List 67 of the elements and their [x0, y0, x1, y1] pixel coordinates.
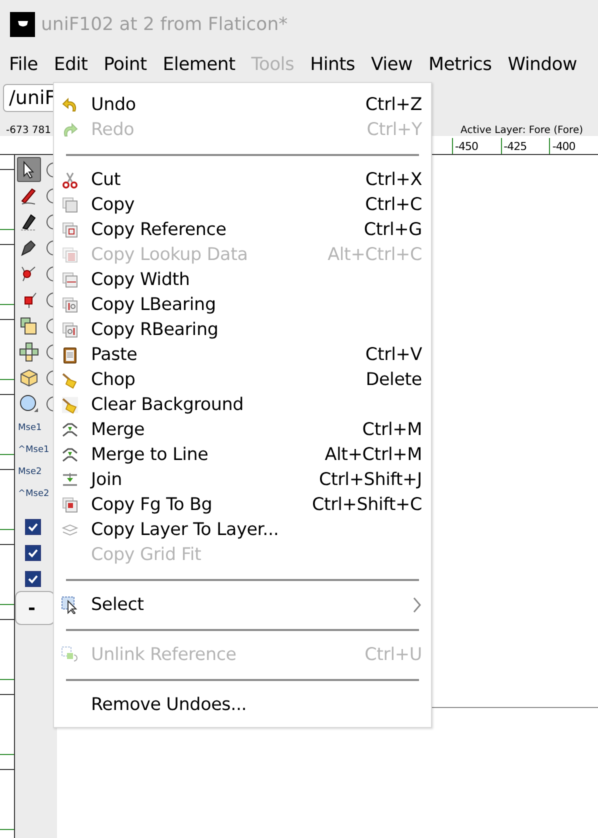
merge-points-icon	[61, 420, 79, 438]
copy-data-icon	[61, 246, 79, 264]
mouse-button-label: Mse2	[17, 466, 43, 479]
menu-item[interactable]: Merge to Line Alt+Ctrl+M	[54, 442, 431, 467]
undo-arrow-icon	[61, 96, 79, 114]
remove-layer-button[interactable]: -	[15, 591, 55, 625]
mouse-button-label: Mse1	[17, 422, 43, 435]
clipboard-icon	[61, 346, 79, 364]
copy-reference-icon	[61, 220, 79, 238]
copy-width-icon	[61, 270, 79, 288]
menu-item[interactable]: Copy LBearing	[54, 292, 431, 317]
chevron-right-icon	[412, 596, 422, 614]
merge-line-icon	[61, 446, 79, 464]
layer-checkbox[interactable]	[25, 545, 41, 561]
mouse-button-label: ^Mse1	[17, 444, 50, 457]
menu-item[interactable]: View	[366, 54, 418, 74]
ruler-label: -450	[452, 138, 501, 154]
cube-icon	[19, 368, 39, 388]
app-logo-icon	[10, 12, 35, 36]
checkmark-icon	[28, 548, 38, 558]
menu-item[interactable]: Clear Background	[54, 392, 431, 417]
menu-item[interactable]: Window	[502, 54, 582, 74]
coordinates-readout: -673 781	[6, 125, 51, 136]
menu-item[interactable]: Select	[54, 592, 431, 617]
squares-icon	[19, 316, 39, 336]
checkmark-icon	[28, 522, 38, 532]
active-layer-label: Active Layer: Fore (Fore)	[460, 125, 583, 136]
scissors-icon	[61, 170, 79, 188]
menu-item[interactable]: Copy Width	[54, 267, 431, 292]
menu-item[interactable]: Point	[98, 54, 152, 74]
menu-item[interactable]: Edit	[48, 54, 93, 74]
copy-pages-icon	[61, 196, 79, 214]
right-bearing-icon	[61, 320, 79, 338]
unlink-reference-icon	[61, 646, 79, 664]
shapes-ring-icon	[19, 342, 39, 362]
menu-item[interactable]: Metrics	[423, 54, 497, 74]
menu-item[interactable]: Copy Ctrl+C	[54, 192, 431, 217]
broom-grid-icon	[61, 396, 79, 414]
tool-button[interactable]	[17, 157, 41, 182]
join-icon	[61, 470, 79, 488]
checkmark-icon	[28, 574, 38, 584]
menu-item[interactable]: File	[4, 54, 43, 74]
menu-item[interactable]: Copy RBearing	[54, 317, 431, 342]
menu-item[interactable]: Merge Ctrl+M	[54, 417, 431, 442]
menu-item[interactable]: Undo Ctrl+Z	[54, 92, 431, 117]
menu-item[interactable]: Remove Undoes...	[54, 692, 431, 717]
layer-checkbox[interactable]	[25, 571, 41, 587]
menu-item[interactable]: Chop Delete	[54, 367, 431, 392]
ruler-label: -425	[500, 138, 550, 154]
menu-item[interactable]: Copy Fg To Bg Ctrl+Shift+C	[54, 492, 431, 517]
menu-item[interactable]: Join Ctrl+Shift+J	[54, 467, 431, 492]
window-title: uniF102 at 2 from Flaticon*	[41, 14, 288, 34]
menu-item[interactable]: Paste Ctrl+V	[54, 342, 431, 367]
layer-checkbox[interactable]	[25, 519, 41, 535]
ruler-label: -400	[549, 138, 598, 154]
redo-arrow-icon	[61, 120, 79, 138]
menu-item[interactable]: Element	[158, 54, 240, 74]
menu-item[interactable]: Cut Ctrl+X	[54, 167, 431, 192]
cursor-selection-icon	[61, 596, 79, 614]
broom-icon	[61, 370, 79, 388]
menu-item[interactable]: Copy Reference Ctrl+G	[54, 217, 431, 242]
mouse-button-label: ^Mse2	[17, 488, 50, 501]
circle-icon	[19, 394, 39, 414]
left-bearing-icon	[61, 296, 79, 314]
menu-item[interactable]: Hints	[305, 54, 360, 74]
menu-item[interactable]: Copy Layer To Layer...	[54, 517, 431, 542]
copy-fg-icon	[61, 496, 79, 514]
